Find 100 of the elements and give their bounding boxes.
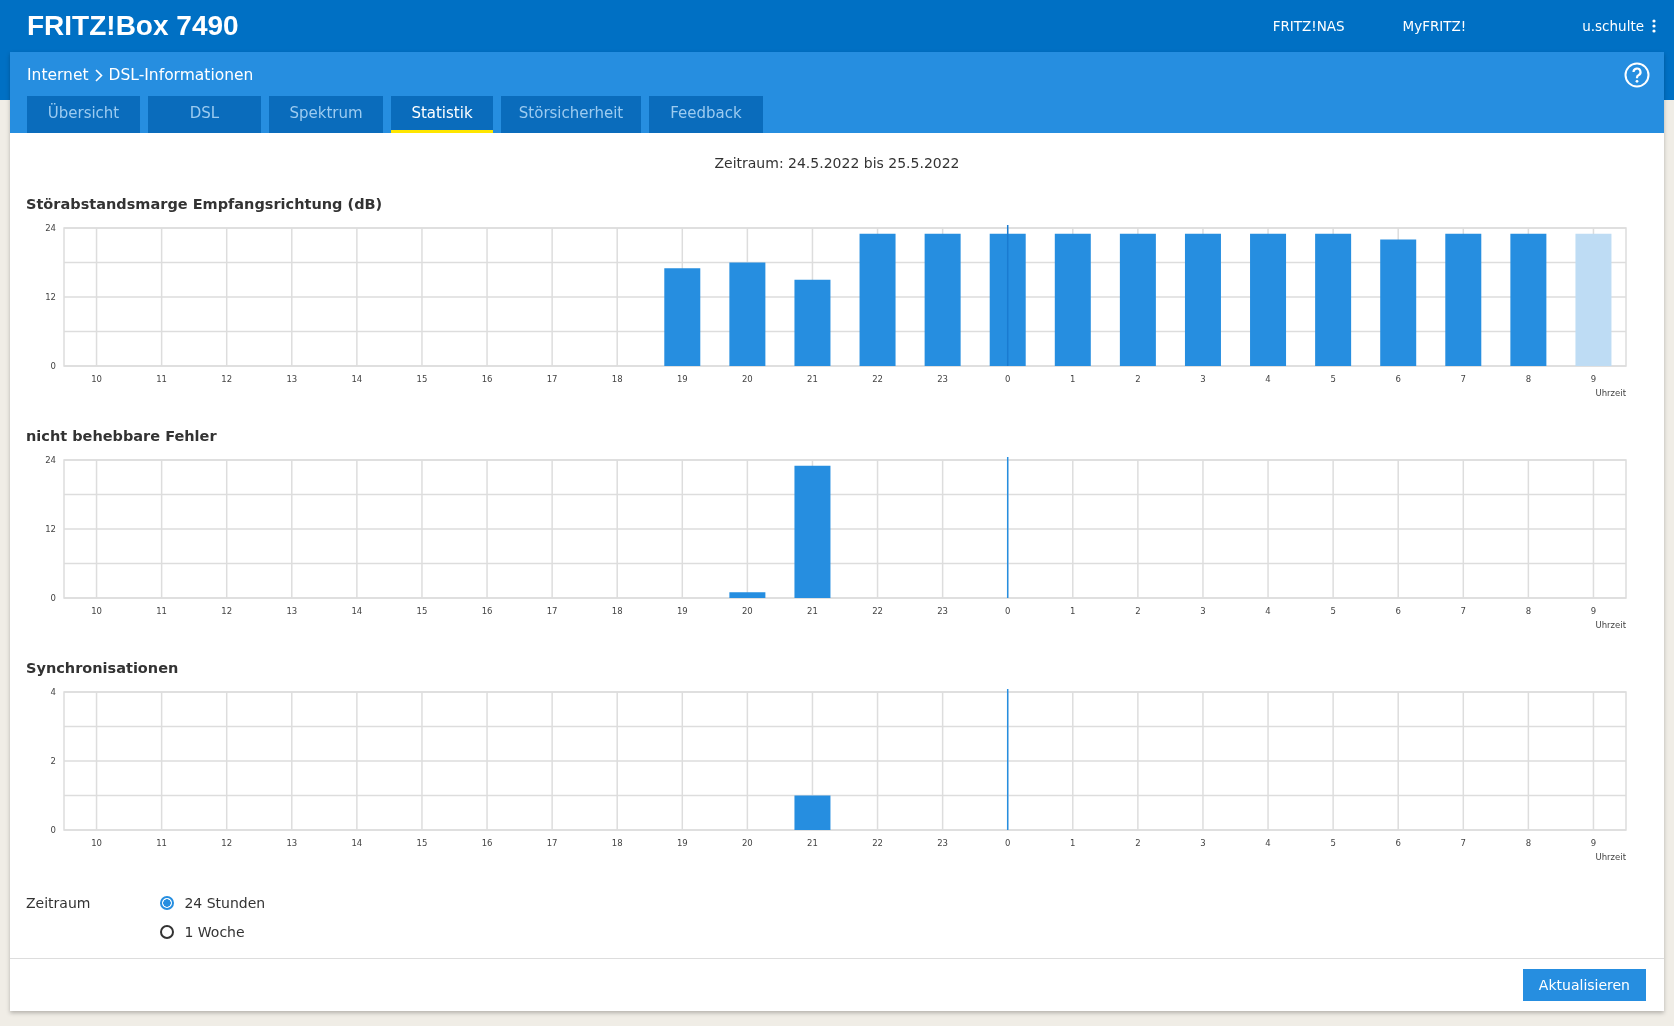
axis-title: Uhrzeit	[1595, 388, 1626, 398]
period-text: Zeitraum: 24.5.2022 bis 25.5.2022	[713, 155, 961, 171]
user-menu[interactable]: u.schulte	[1582, 18, 1656, 34]
axis-label: 3	[1200, 374, 1206, 384]
axis-label: 13	[286, 606, 298, 616]
axis-label: 0	[1005, 374, 1011, 384]
axis-label: 21	[807, 838, 818, 848]
chevron-icon	[94, 68, 103, 82]
axis-label: 8	[1525, 606, 1532, 616]
axis-title: Uhrzeit	[1595, 852, 1626, 862]
axis-label: 6	[1395, 606, 1401, 616]
axis-label: 3	[1200, 606, 1206, 616]
axis-label: 23	[937, 374, 949, 384]
axis-label: 15	[416, 374, 428, 384]
axis-label: 0	[1005, 838, 1011, 848]
axis-label: 7	[1460, 606, 1466, 616]
axis-label: 0	[50, 593, 56, 603]
axis-label: 0	[1005, 606, 1011, 616]
axis-label: 12	[45, 524, 56, 534]
axis-label: 14	[351, 606, 363, 616]
tab[interactable]: Störsicherheit	[501, 96, 641, 133]
axis-label: 5	[1330, 606, 1336, 616]
radio-option[interactable]: 1 Woche	[160, 924, 266, 940]
axis-label: 19	[676, 374, 688, 384]
axis-label: 11	[156, 606, 168, 616]
axis-label: 2	[1135, 374, 1141, 384]
axis-label: 19	[676, 606, 688, 616]
axis-label: 17	[546, 838, 558, 848]
axis-label: 6	[1395, 838, 1401, 848]
axis-label: 9	[1590, 838, 1597, 848]
axis-label: 22	[872, 838, 883, 848]
breadcrumb-link[interactable]: Internet	[27, 66, 89, 84]
tab[interactable]: Übersicht	[27, 96, 140, 133]
axis-label: 16	[481, 606, 493, 616]
page-title: DSL-Informationen	[108, 66, 254, 84]
axis-label: 14	[351, 838, 363, 848]
nav-link[interactable]: FRITZ!NAS	[1272, 18, 1345, 34]
help-icon[interactable]	[1624, 62, 1650, 88]
refresh-button[interactable]: Aktualisieren	[1522, 969, 1646, 1001]
tab[interactable]: DSL	[148, 96, 261, 133]
more-icon	[1652, 19, 1656, 33]
axis-label: 1	[1070, 606, 1076, 616]
axis-label: 23	[937, 606, 949, 616]
axis-label: 11	[156, 838, 168, 848]
axis-label: 21	[807, 606, 818, 616]
radio-button[interactable]	[160, 925, 175, 939]
axis-label: 13	[286, 838, 298, 848]
axis-label: 18	[611, 374, 623, 384]
axis-label: 0	[50, 361, 56, 371]
nav-link[interactable]: MyFRITZ!	[1402, 18, 1467, 34]
bar	[794, 795, 831, 830]
axis-label: 20	[741, 838, 753, 848]
chart-title: nicht behebbare Fehler	[26, 428, 218, 444]
axis-label: 7	[1460, 838, 1466, 848]
tab[interactable]: Spektrum	[269, 96, 383, 133]
chart-title: Störabstandsmarge Empfangsrichtung (dB)	[26, 196, 384, 212]
axis-label: 22	[872, 374, 883, 384]
axis-label: 22	[872, 606, 883, 616]
brand-title: FRITZ!Box 7490	[27, 10, 239, 42]
axis-label: 18	[611, 838, 623, 848]
axis-label: 4	[1265, 374, 1271, 384]
axis-label: 1	[1070, 838, 1076, 848]
axis-label: 15	[416, 606, 428, 616]
axis-label: 1	[1070, 374, 1076, 384]
axis-label: 23	[937, 838, 949, 848]
axis-label: 6	[1395, 374, 1401, 384]
axis-title: Uhrzeit	[1595, 620, 1626, 630]
axis-label: 4	[50, 687, 56, 697]
axis-label: 9	[1590, 374, 1597, 384]
axis-label: 5	[1330, 374, 1336, 384]
axis-label: 16	[481, 374, 493, 384]
axis-label: 7	[1460, 374, 1466, 384]
axis-label: 4	[1265, 606, 1271, 616]
axis-label: 2	[50, 756, 56, 766]
axis-label: 12	[221, 374, 233, 384]
tab[interactable]: Statistik	[391, 96, 493, 133]
axis-label: 8	[1525, 374, 1532, 384]
chart-title: Synchronisationen	[26, 660, 180, 676]
axis-label: 18	[611, 606, 623, 616]
radio-button[interactable]	[160, 896, 175, 910]
axis-label: 21	[807, 374, 818, 384]
axis-label: 9	[1590, 606, 1597, 616]
axis-label: 24	[45, 455, 56, 465]
axis-label: 14	[351, 374, 363, 384]
axis-label: 2	[1135, 606, 1141, 616]
axis-label: 17	[546, 374, 558, 384]
axis-label: 5	[1330, 838, 1336, 848]
tab[interactable]: Feedback	[649, 96, 763, 133]
axis-label: 16	[481, 838, 493, 848]
axis-label: 20	[741, 374, 753, 384]
axis-label: 24	[45, 223, 56, 233]
axis-label: 4	[1265, 838, 1271, 848]
axis-label: 17	[546, 606, 558, 616]
axis-label: 0	[50, 825, 56, 835]
axis-label: 10	[91, 606, 102, 616]
axis-label: 20	[741, 606, 753, 616]
radio-option[interactable]: 24 Stunden	[160, 895, 266, 911]
axis-label: 19	[676, 838, 688, 848]
axis-label: 12	[221, 838, 233, 848]
axis-label: 15	[416, 838, 428, 848]
